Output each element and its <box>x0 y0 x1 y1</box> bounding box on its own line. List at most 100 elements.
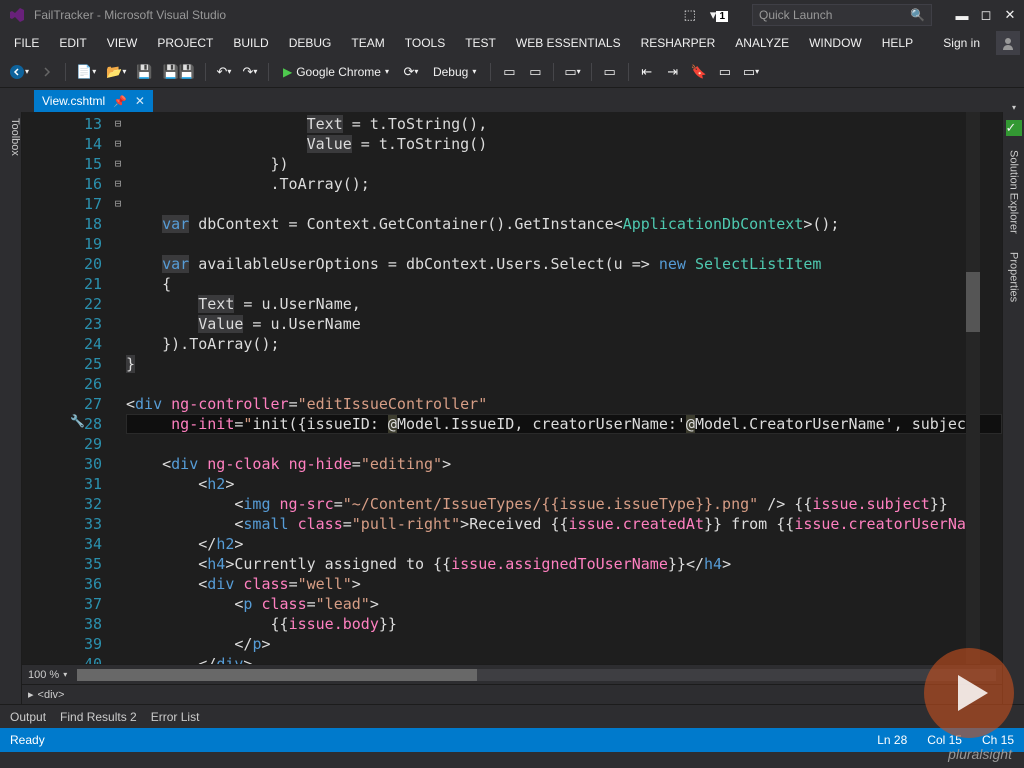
save-button[interactable]: 💾 <box>133 61 155 83</box>
menu-web essentials[interactable]: WEB ESSENTIALS <box>506 32 631 54</box>
indent-in-button[interactable]: ⇥ <box>662 61 684 83</box>
sign-in-link[interactable]: Sign in <box>933 32 990 54</box>
pluralsight-logo: pluralsight <box>948 746 1012 762</box>
menu-resharper[interactable]: RESHARPER <box>631 32 726 54</box>
menu-view[interactable]: VIEW <box>97 32 148 54</box>
code-line[interactable]: <div ng-controller="editIssueController" <box>126 394 1002 414</box>
code-line[interactable]: var dbContext = Context.GetContainer().G… <box>126 214 1002 234</box>
menu-help[interactable]: HELP <box>872 32 923 54</box>
right-panel-tabs: ✓ Solution Explorer Properties <box>1002 112 1024 704</box>
indent-out-button[interactable]: ⇤ <box>636 61 658 83</box>
code-line[interactable]: }).ToArray(); <box>126 334 1002 354</box>
open-file-button[interactable]: 📂▾ <box>103 61 129 83</box>
config-dropdown[interactable]: Debug▾ <box>426 61 483 83</box>
search-icon: 🔍 <box>910 8 925 22</box>
menu-edit[interactable]: EDIT <box>49 32 96 54</box>
uncomment-button[interactable]: ▭▾ <box>740 61 762 83</box>
code-line[interactable]: }) <box>126 154 1002 174</box>
close-button[interactable]: ✕ <box>1004 9 1016 21</box>
output-window-tabs: Output Find Results 2 Error List <box>0 704 1024 728</box>
tool-icon[interactable]: ▭ <box>524 61 546 83</box>
code-line[interactable]: { <box>126 274 1002 294</box>
tab-label: View.cshtml <box>42 94 105 108</box>
output-tab[interactable]: Output <box>10 710 46 724</box>
zoom-level[interactable]: 100 % <box>28 669 59 681</box>
line-number-gutter: 1314151617181920212223242526272829303132… <box>22 112 110 664</box>
indicator-icon: ✓ <box>1006 120 1022 136</box>
code-line[interactable]: </div> <box>126 654 1002 664</box>
error-list-tab[interactable]: Error List <box>151 710 200 724</box>
tool-icon[interactable]: ▭ <box>498 61 520 83</box>
menu-tools[interactable]: TOOLS <box>395 32 455 54</box>
code-line[interactable]: var availableUserOptions = dbContext.Use… <box>126 254 1002 274</box>
code-line[interactable]: </p> <box>126 634 1002 654</box>
code-line[interactable]: Value = t.ToString() <box>126 134 1002 154</box>
code-line[interactable]: Text = u.UserName, <box>126 294 1002 314</box>
redo-button[interactable]: ↷▾ <box>239 61 261 83</box>
code-line[interactable]: <small class="pull-right">Received {{iss… <box>126 514 1002 534</box>
code-line[interactable]: } <box>126 354 1002 374</box>
refresh-button[interactable]: ⟳▾ <box>400 61 422 83</box>
quick-launch-input[interactable]: Quick Launch 🔍 <box>752 4 932 26</box>
code-line[interactable]: Text = t.ToString(), <box>126 114 1002 134</box>
fold-column[interactable]: ⊟⊟⊟⊟⊟ <box>110 112 126 664</box>
code-line[interactable]: Value = u.UserName <box>126 314 1002 334</box>
pin-icon[interactable]: 📌 <box>113 95 127 108</box>
scroll-map[interactable] <box>966 112 980 664</box>
code-line[interactable] <box>126 194 1002 214</box>
tab-overflow-icon[interactable]: ▾ <box>1012 103 1016 112</box>
menu-team[interactable]: TEAM <box>341 32 394 54</box>
code-line[interactable] <box>126 434 1002 454</box>
status-ch: Ch 15 <box>982 733 1014 747</box>
code-line[interactable]: <div ng-cloak ng-hide="editing"> <box>126 454 1002 474</box>
notifications-icon[interactable]: ▾1 <box>710 7 728 23</box>
code-editor[interactable]: 🔧 13141516171819202122232425262728293031… <box>22 112 1002 704</box>
code-line[interactable]: ng-init="init({issueID: @Model.IssueID, … <box>126 414 1002 434</box>
minimize-button[interactable]: ▬ <box>956 9 968 21</box>
menu-project[interactable]: PROJECT <box>147 32 223 54</box>
code-line[interactable]: <h2> <box>126 474 1002 494</box>
menu-test[interactable]: TEST <box>455 32 506 54</box>
code-line[interactable] <box>126 374 1002 394</box>
nav-back-button[interactable]: ▾ <box>6 61 32 83</box>
vs-logo-icon <box>8 6 26 24</box>
code-line[interactable]: <div class="well"> <box>126 574 1002 594</box>
screwdriver-icon[interactable]: 🔧 <box>70 414 85 428</box>
code-line[interactable]: .ToArray(); <box>126 174 1002 194</box>
start-debug-button[interactable]: ▶Google Chrome▾ <box>276 61 396 83</box>
user-icon[interactable] <box>996 31 1020 55</box>
feedback-icon[interactable]: ⬚ <box>684 7 696 23</box>
tab-active[interactable]: View.cshtml 📌 ✕ <box>34 90 153 112</box>
breadcrumb[interactable]: <div> <box>38 689 65 701</box>
bookmark-icon[interactable]: 🔖 <box>688 61 710 83</box>
menu-window[interactable]: WINDOW <box>799 32 872 54</box>
comment-button[interactable]: ▭ <box>714 61 736 83</box>
code-line[interactable]: <p class="lead"> <box>126 594 1002 614</box>
title-bar: FailTracker - Microsoft Visual Studio ⬚ … <box>0 0 1024 30</box>
new-project-button[interactable]: 📄▾ <box>73 61 99 83</box>
menu-analyze[interactable]: ANALYZE <box>725 32 799 54</box>
code-line[interactable]: {{issue.body}} <box>126 614 1002 634</box>
undo-button[interactable]: ↶▾ <box>213 61 235 83</box>
window-title: FailTracker - Microsoft Visual Studio <box>34 8 684 22</box>
tab-close-icon[interactable]: ✕ <box>135 94 145 108</box>
menu-file[interactable]: FILE <box>4 32 49 54</box>
code-line[interactable]: </h2> <box>126 534 1002 554</box>
code-line[interactable] <box>126 234 1002 254</box>
save-all-button[interactable]: 💾💾 <box>160 61 198 83</box>
toolbox-panel-tab[interactable]: Toolbox <box>0 112 22 704</box>
horizontal-scrollbar[interactable] <box>77 669 996 681</box>
solution-explorer-tab[interactable]: Solution Explorer <box>1008 146 1020 238</box>
code-line[interactable]: <h4>Currently assigned to {{issue.assign… <box>126 554 1002 574</box>
tool-icon[interactable]: ▭▾ <box>561 61 583 83</box>
maximize-button[interactable]: ◻ <box>980 9 992 21</box>
tool-icon[interactable]: ▭ <box>599 61 621 83</box>
properties-tab[interactable]: Properties <box>1008 248 1020 306</box>
code-line[interactable]: <img ng-src="~/Content/IssueTypes/{{issu… <box>126 494 1002 514</box>
menu-debug[interactable]: DEBUG <box>279 32 342 54</box>
status-bar: Ready Ln 28 Col 15 Ch 15 <box>0 728 1024 752</box>
find-results-tab[interactable]: Find Results 2 <box>60 710 137 724</box>
menu-build[interactable]: BUILD <box>223 32 278 54</box>
nav-fwd-button[interactable] <box>36 61 58 83</box>
menu-bar: FILEEDITVIEWPROJECTBUILDDEBUGTEAMTOOLSTE… <box>0 30 1024 56</box>
